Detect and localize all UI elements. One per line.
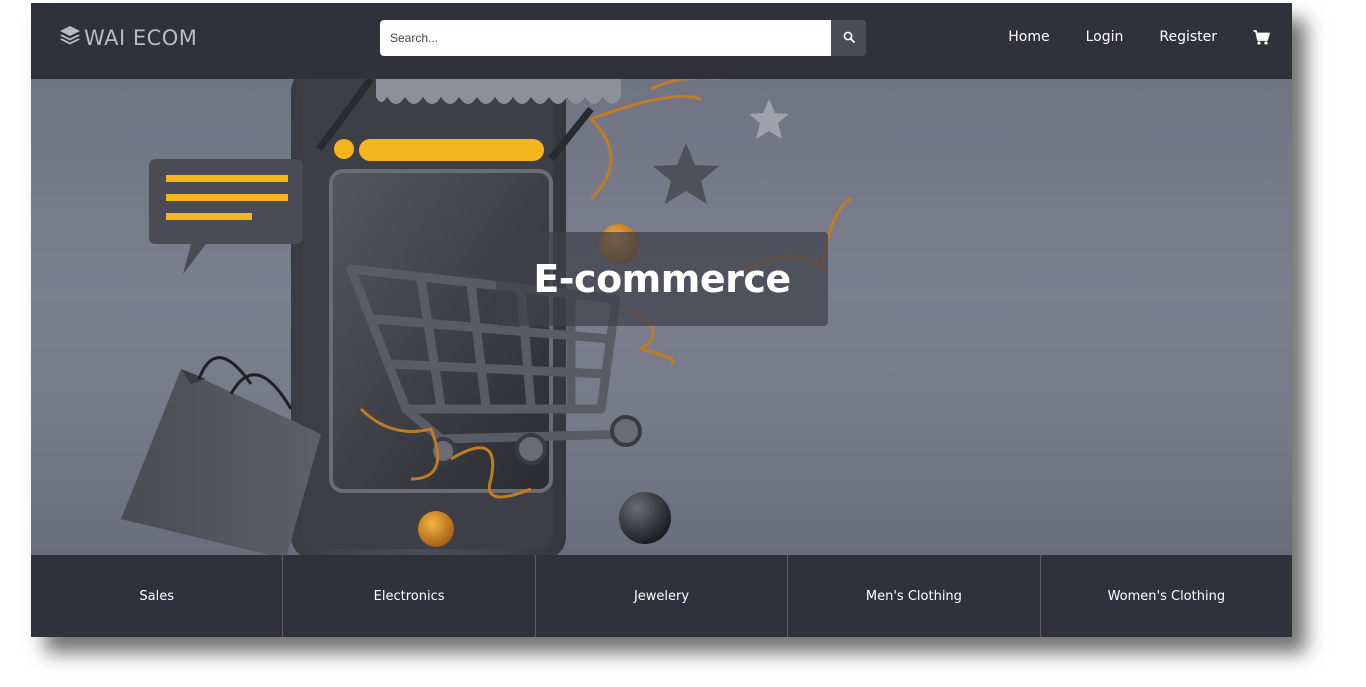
layers-icon	[59, 25, 84, 50]
search-form	[380, 20, 866, 56]
category-bar: Sales Electronics Jewelery Men's Clothin…	[31, 555, 1292, 637]
category-electronics[interactable]: Electronics	[283, 555, 536, 637]
hero-title: E-commerce	[533, 257, 791, 301]
hero-title-box: E-commerce	[496, 232, 828, 326]
category-mens-clothing[interactable]: Men's Clothing	[788, 555, 1041, 637]
brand-name: WAI ECOM	[84, 25, 198, 50]
category-womens-clothing[interactable]: Women's Clothing	[1041, 555, 1292, 637]
page-frame: WAI ECOM Home Login Register	[31, 3, 1292, 637]
category-jewelery[interactable]: Jewelery	[536, 555, 789, 637]
navbar: WAI ECOM Home Login Register	[31, 3, 1292, 79]
nav-register-link[interactable]: Register	[1159, 29, 1217, 45]
cart-icon[interactable]	[1253, 29, 1270, 45]
category-sales[interactable]: Sales	[31, 555, 284, 637]
nav-login-link[interactable]: Login	[1086, 29, 1124, 45]
brand-logo[interactable]: WAI ECOM	[59, 25, 197, 50]
search-button[interactable]	[831, 20, 866, 56]
nav-links: Home Login Register	[972, 29, 1270, 45]
nav-home-link[interactable]: Home	[1008, 29, 1049, 45]
search-input[interactable]	[380, 20, 831, 56]
hero-banner: E-commerce	[31, 79, 1292, 555]
search-icon	[843, 31, 855, 46]
